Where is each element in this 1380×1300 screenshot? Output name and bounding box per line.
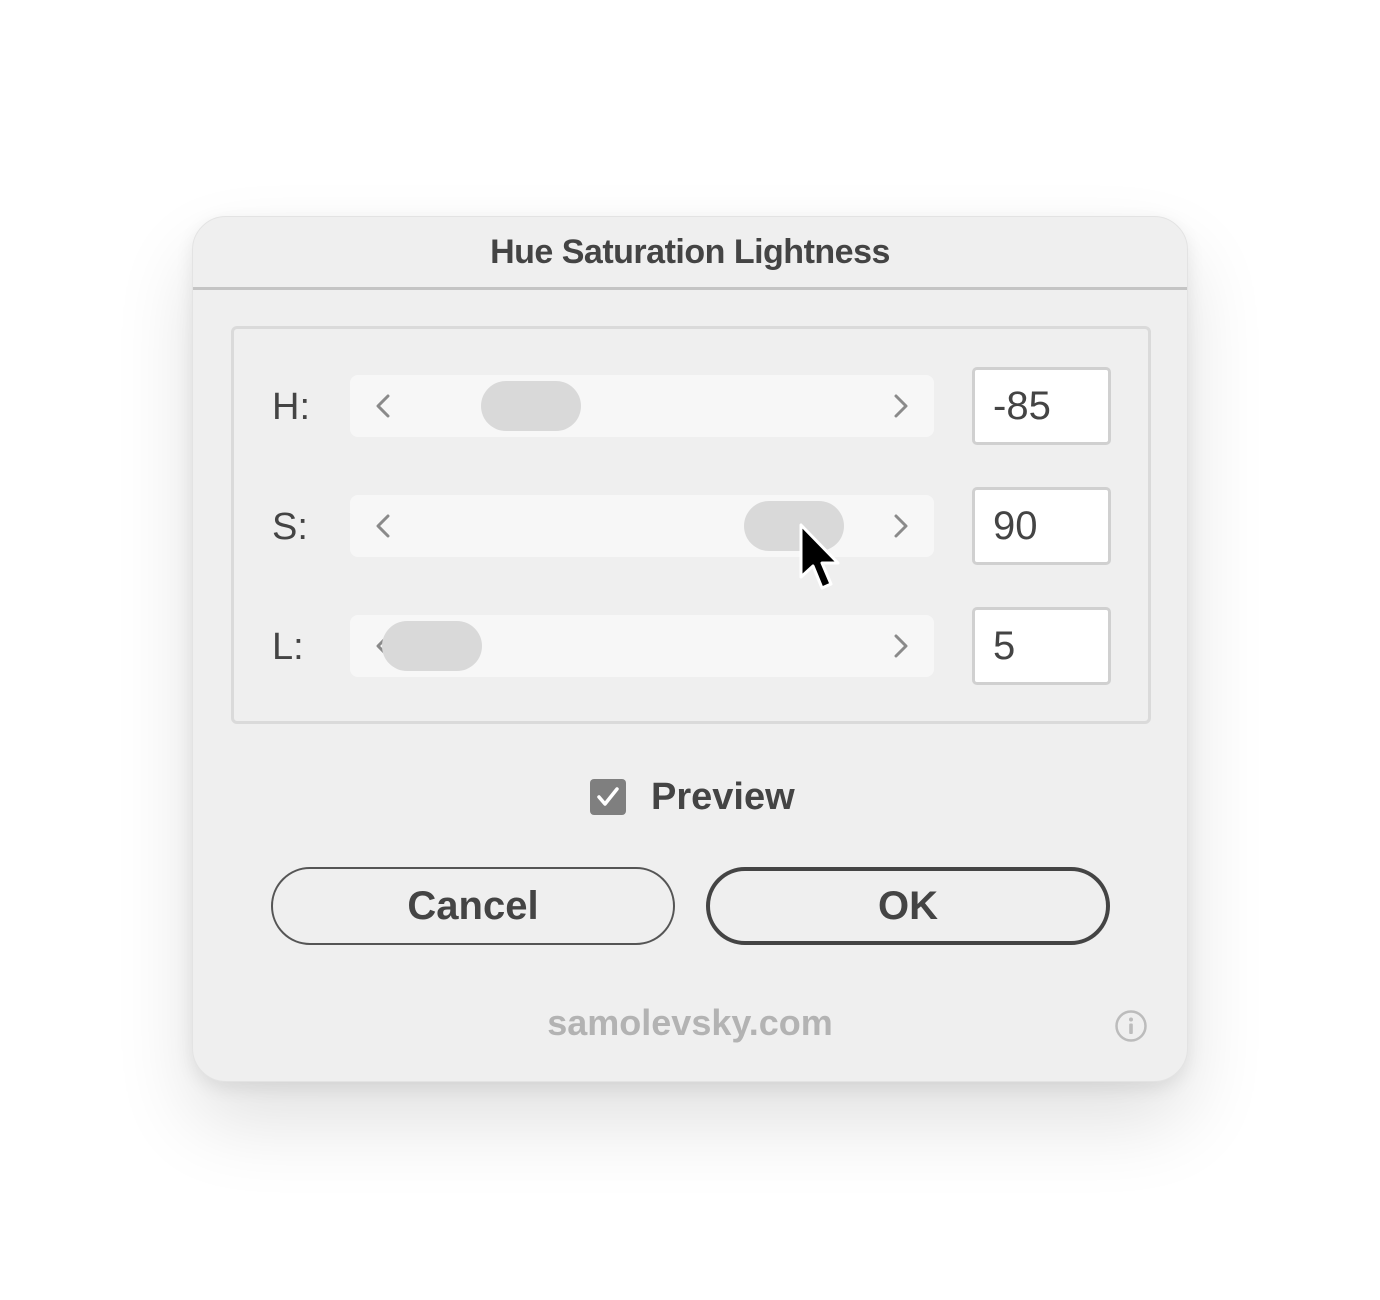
lightness-slider-thumb[interactable] — [382, 621, 482, 671]
info-icon[interactable] — [1114, 1009, 1148, 1043]
hue-slider-thumb[interactable] — [481, 381, 581, 431]
hue-value-input[interactable]: -85 — [972, 367, 1111, 445]
mouse-pointer-icon — [799, 523, 840, 590]
chevron-right-icon[interactable] — [886, 510, 916, 542]
saturation-slider[interactable] — [350, 495, 934, 557]
dialog-titlebar: Hue Saturation Lightness — [193, 217, 1187, 290]
hue-row: H: -85 — [234, 366, 1148, 446]
lightness-row: L: 5 — [234, 606, 1148, 686]
saturation-value-input[interactable]: 90 — [972, 487, 1111, 565]
checkmark-icon — [597, 787, 619, 806]
lightness-value-input[interactable]: 5 — [972, 607, 1111, 685]
preview-label: Preview — [651, 775, 795, 818]
saturation-label: S: — [272, 506, 308, 548]
hue-slider[interactable] — [350, 375, 934, 437]
hsl-dialog: Hue Saturation Lightness H: -85 S: 90 L:… — [192, 216, 1188, 1082]
lightness-label: L: — [272, 626, 304, 668]
slider-panel: H: -85 S: 90 L: 5 — [231, 326, 1151, 724]
chevron-left-icon[interactable] — [368, 510, 398, 542]
chevron-right-icon[interactable] — [886, 390, 916, 422]
ok-button[interactable]: OK — [706, 867, 1110, 945]
chevron-right-icon[interactable] — [886, 630, 916, 662]
preview-checkbox[interactable] — [590, 779, 626, 815]
preview-toggle[interactable]: Preview — [590, 775, 795, 818]
hue-label: H: — [272, 386, 310, 428]
dialog-title: Hue Saturation Lightness — [490, 232, 890, 271]
lightness-slider[interactable] — [350, 615, 934, 677]
cancel-button[interactable]: Cancel — [271, 867, 675, 945]
chevron-left-icon[interactable] — [368, 390, 398, 422]
footer-link[interactable]: samolevsky.com — [193, 1002, 1187, 1044]
saturation-row: S: 90 — [234, 486, 1148, 566]
